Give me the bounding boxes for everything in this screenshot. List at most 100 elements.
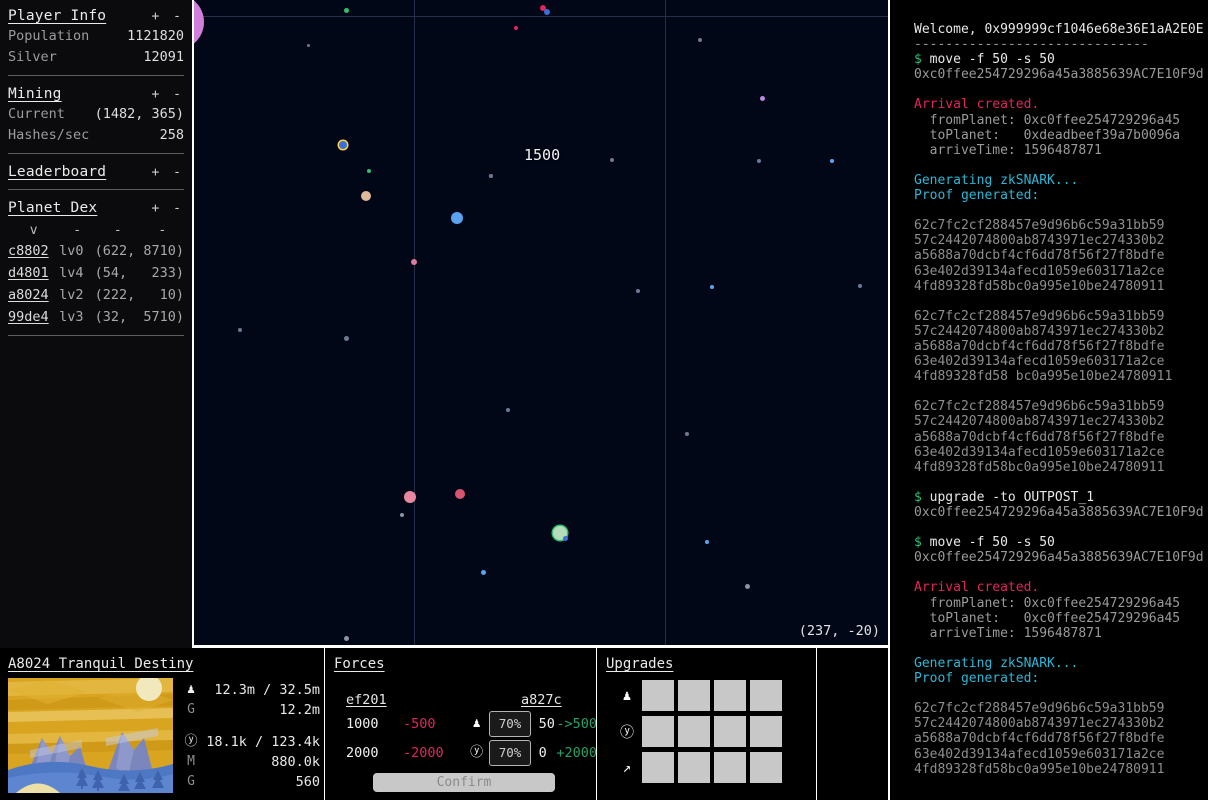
leaderboard-header: Leaderboard + -	[8, 160, 184, 182]
sort-header-pop[interactable]: -	[95, 223, 140, 238]
upgrade-cell[interactable]	[642, 716, 674, 747]
forces-source-value: 1000	[346, 713, 403, 735]
terminal-line: 57c2442074800ab8743971ec274330b2	[914, 716, 1208, 731]
mining-controls[interactable]: + -	[152, 87, 184, 102]
planet-dex-row[interactable]: d4801lv4(54, 233)	[8, 262, 184, 284]
map-planet[interactable]	[698, 38, 702, 42]
map-planet[interactable]	[344, 336, 349, 341]
row-hashes: Hashes/sec 258	[8, 125, 184, 146]
map-planet[interactable]	[745, 584, 750, 589]
upgrade-cell[interactable]	[750, 752, 782, 783]
upgrade-cell[interactable]	[714, 716, 746, 747]
upgrade-cell[interactable]	[642, 680, 674, 711]
planet-dex-sort-headers: v - - -	[8, 218, 184, 240]
map-gridline-horizontal	[194, 16, 888, 17]
map-planet[interactable]	[451, 212, 463, 224]
map-planet[interactable]	[344, 636, 349, 641]
upgrade-cell[interactable]	[750, 680, 782, 711]
map-coordinate-readout: (237, -20)	[799, 623, 880, 639]
map-planet[interactable]	[339, 141, 347, 149]
upgrade-cell[interactable]	[642, 752, 674, 783]
map-planet[interactable]	[194, 0, 204, 50]
planet-dex-controls[interactable]: + -	[152, 201, 184, 216]
game-map[interactable]: 1500 (237, -20)	[194, 0, 888, 645]
planet-dex-loc[interactable]: c8802	[8, 240, 59, 262]
forces-percent-selector[interactable]: 70%	[489, 740, 530, 766]
sort-header-silver[interactable]: -	[141, 223, 185, 238]
forces-target-label[interactable]: a827c	[521, 692, 562, 708]
leaderboard-controls[interactable]: + -	[152, 165, 184, 180]
map-planet[interactable]	[685, 432, 689, 436]
map-planet[interactable]	[361, 191, 371, 201]
planet-dex-row[interactable]: c8802lv0(622, 8710)	[8, 240, 184, 262]
planet-stat-row: G12.2m	[180, 700, 320, 720]
silver-icon: ⓨ	[612, 722, 642, 742]
sort-header-level[interactable]: -	[59, 223, 95, 238]
upgrade-cell[interactable]	[750, 716, 782, 747]
planet-dex-level: lv4	[59, 262, 94, 284]
map-planet[interactable]	[344, 8, 349, 13]
terminal-console[interactable]: Welcome, 0x999999cf1046e68e36E1aA2E0E---…	[888, 0, 1208, 800]
upgrade-cell[interactable]	[714, 680, 746, 711]
map-planet[interactable]	[489, 174, 493, 178]
sidebar-section-leaderboard: Leaderboard + -	[8, 156, 184, 182]
terminal-line: 4fd89328fd58 bc0a995e10be24780911	[914, 369, 1208, 384]
map-planet[interactable]	[757, 159, 761, 163]
upgrade-row: ⓨ	[612, 716, 786, 747]
map-planet[interactable]	[610, 158, 614, 162]
upgrade-cell[interactable]	[678, 716, 710, 747]
map-planet[interactable]	[400, 513, 404, 517]
selected-planet-title: A8024 Tranquil Destiny	[0, 648, 193, 672]
terminal-line: 4fd89328fd58bc0a995e10be24780911	[914, 460, 1208, 475]
confirm-button[interactable]: Confirm	[373, 773, 555, 792]
map-planet[interactable]	[367, 169, 371, 173]
map-planet[interactable]	[563, 536, 568, 541]
map-planet-label: 1500	[524, 146, 560, 164]
map-planet[interactable]	[506, 408, 510, 412]
planet-stat-value: 12.2m	[202, 700, 320, 720]
map-planet[interactable]	[238, 328, 242, 332]
map-planet[interactable]	[307, 44, 310, 47]
forces-source-delta: -2000	[403, 742, 464, 764]
map-planet[interactable]	[636, 289, 640, 293]
forces-source-delta: -500	[403, 713, 464, 735]
terminal-line: toPlanet: 0xdeadbeef39a7b0096a	[914, 128, 1208, 143]
planet-dex-coord: (222, 10)	[95, 284, 184, 306]
planet-stat-value: 18.1k / 123.4k	[202, 732, 320, 752]
upgrade-cell[interactable]	[714, 752, 746, 783]
map-planet[interactable]	[404, 491, 416, 503]
map-planet[interactable]	[705, 540, 709, 544]
terminal-lines: Welcome, 0x999999cf1046e68e36E1aA2E0E---…	[914, 22, 1208, 777]
row-silver: Silver 12091	[8, 47, 184, 68]
map-planet[interactable]	[455, 489, 465, 499]
player-info-controls[interactable]: + -	[152, 9, 184, 24]
terminal-line: 63e402d39134afecd1059e603171a2ce	[914, 264, 1208, 279]
terminal-line: 62c7fc2cf288457e9d96b6c59a31bb59	[914, 309, 1208, 324]
planet-dex-loc[interactable]: a8024	[8, 284, 59, 306]
map-planet[interactable]	[830, 159, 834, 163]
row-current-label: Current	[8, 105, 65, 124]
terminal-prompt-symbol: $	[914, 490, 922, 505]
map-planet[interactable]	[858, 284, 862, 288]
terminal-prompt-symbol: $	[914, 52, 922, 67]
planet-dex-row[interactable]: a8024lv2(222, 10)	[8, 284, 184, 306]
map-planet[interactable]	[411, 259, 417, 265]
terminal-line: 0xc0ffee254729296a45a3885639AC7E10F9d	[914, 505, 1208, 520]
planet-dex-row[interactable]: 99de4lv3(32, 5710)	[8, 306, 184, 328]
terminal-line: 63e402d39134afecd1059e603171a2ce	[914, 445, 1208, 460]
forces-percent-selector[interactable]: 70%	[489, 711, 530, 737]
planet-dex-loc[interactable]: 99de4	[8, 306, 59, 328]
forces-source-label[interactable]: ef201	[346, 692, 521, 708]
sort-header-loc[interactable]: v	[8, 223, 59, 238]
map-planet[interactable]	[710, 285, 714, 289]
planet-stat-value: 12.3m / 32.5m	[202, 680, 320, 700]
planet-dex-loc[interactable]: d4801	[8, 262, 59, 284]
upgrade-cell[interactable]	[678, 680, 710, 711]
map-planet[interactable]	[544, 9, 550, 15]
silver-icon: ⓨ	[180, 732, 202, 752]
upgrade-cell[interactable]	[678, 752, 710, 783]
map-planet[interactable]	[514, 26, 518, 30]
map-planet[interactable]	[760, 96, 765, 101]
map-planet[interactable]	[481, 570, 486, 575]
terminal-line: 4fd89328fd58bc0a995e10be24780911	[914, 762, 1208, 777]
